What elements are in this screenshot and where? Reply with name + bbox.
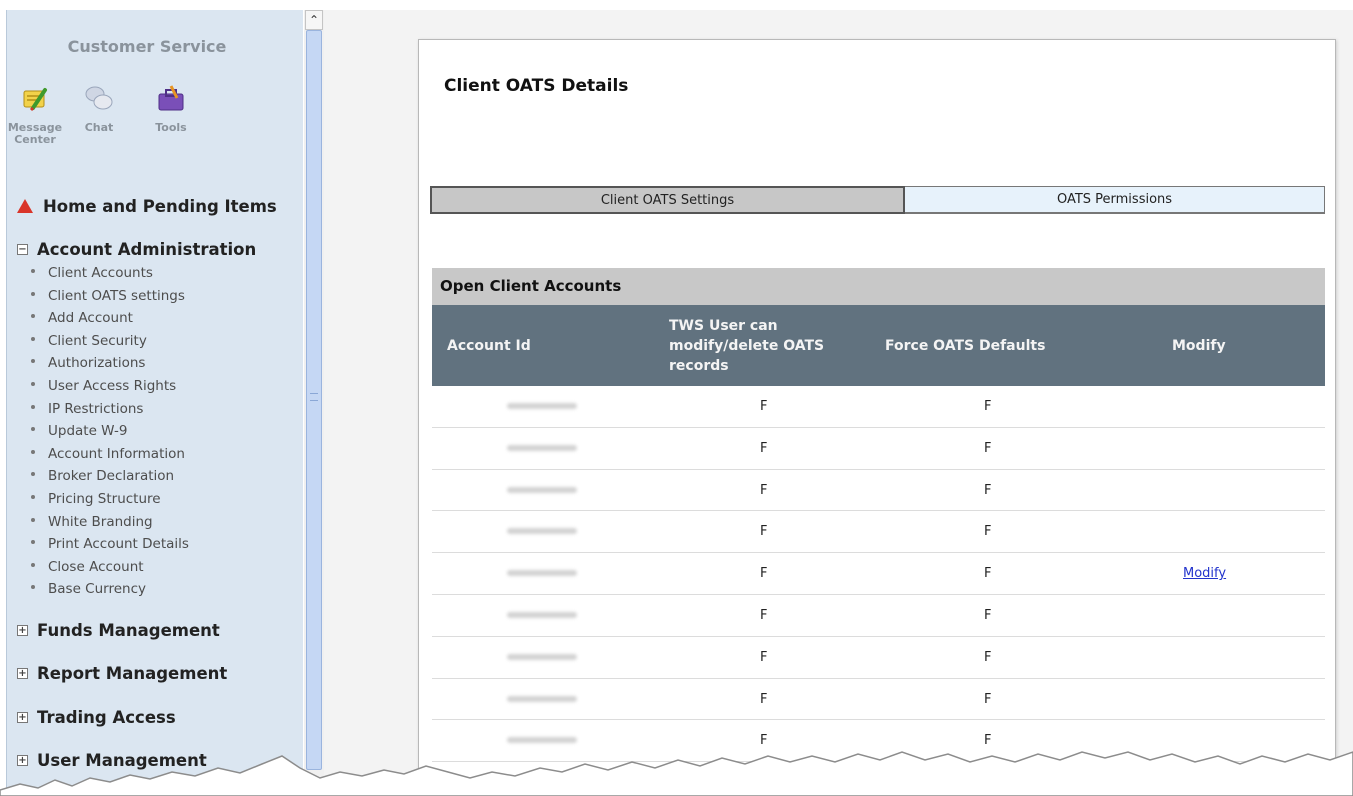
cell-force-defaults: F [984, 399, 992, 414]
cell-force-defaults: F [984, 524, 992, 540]
sidebar-item-pricing-structure[interactable]: Pricing Structure [31, 488, 189, 511]
cell-force-defaults: F [984, 440, 992, 456]
nav-report-management-label: Report Management [37, 664, 228, 683]
redacted-account-id [507, 444, 577, 451]
warning-icon [17, 198, 33, 213]
sidebar-item-base-currency[interactable]: Base Currency [31, 578, 189, 601]
table-row: F F [432, 637, 1325, 679]
column-header-account-id: Account Id [447, 337, 531, 354]
cell-tws-modify: F [760, 566, 768, 582]
cell-tws-modify: F [760, 440, 768, 456]
table-row: F F Modify [432, 553, 1325, 595]
tools-button[interactable]: Tools [141, 82, 201, 134]
tab-client-oats-settings[interactable]: Client OATS Settings [430, 186, 905, 214]
table-row: F F [432, 511, 1325, 554]
nav-home-pending-label: Home and Pending Items [43, 197, 277, 216]
table-header: Account Id TWS User can modify/delete OA… [432, 305, 1325, 386]
sidebar-item-print-account-details[interactable]: Print Account Details [31, 533, 189, 556]
scroll-up-icon[interactable]: ⌃ [305, 10, 323, 30]
nav-account-administration[interactable]: − Account Administration [17, 240, 256, 259]
page-title: Client OATS Details [444, 76, 629, 96]
redacted-account-id [507, 570, 577, 577]
column-header-modify: Modify [1172, 337, 1226, 354]
table-row: F F [432, 386, 1325, 428]
sidebar-item-account-information[interactable]: Account Information [31, 443, 189, 466]
column-header-tws-modify: TWS User can modify/delete OATS records [669, 317, 825, 374]
cell-force-defaults: F [984, 607, 992, 623]
column-header-force-defaults: Force OATS Defaults [885, 337, 1046, 354]
message-center-icon [23, 88, 47, 112]
chat-icon [85, 86, 113, 110]
tools-label: Tools [155, 121, 187, 134]
sidebar-item-broker-declaration[interactable]: Broker Declaration [31, 465, 189, 488]
sidebar-item-authorizations[interactable]: Authorizations [31, 352, 189, 375]
redacted-account-id [507, 403, 577, 409]
cell-tws-modify: F [760, 482, 768, 498]
cell-tws-modify: F [760, 607, 768, 623]
tools-icon [158, 85, 184, 111]
sidebar-item-ip-restrictions[interactable]: IP Restrictions [31, 398, 189, 421]
chat-button[interactable]: Chat [69, 82, 129, 134]
redacted-account-id [507, 528, 577, 535]
section-title: Open Client Accounts [432, 268, 1325, 305]
nav-funds-management[interactable]: + Funds Management [17, 621, 220, 640]
accounts-table-body: F F F F F F F F F F Modify F F F F F F F [432, 386, 1325, 763]
cell-tws-modify: F [760, 399, 768, 414]
sidebar-item-update-w9[interactable]: Update W-9 [31, 420, 189, 443]
cell-tws-modify: F [760, 524, 768, 540]
table-row: F F [432, 679, 1325, 721]
cell-force-defaults: F [984, 482, 992, 498]
nav-trading-access-label: Trading Access [37, 708, 176, 727]
account-administration-list: Client Accounts Client OATS settings Add… [31, 262, 189, 601]
modify-link[interactable]: Modify [1183, 553, 1226, 595]
nav-funds-management-label: Funds Management [37, 621, 220, 640]
cell-tws-modify: F [760, 649, 768, 665]
chat-label: Chat [84, 121, 114, 134]
expand-icon[interactable]: + [17, 668, 28, 679]
scrollbar-grip-icon [310, 393, 318, 401]
expand-icon[interactable]: + [17, 712, 28, 723]
message-center-label: Message Center [7, 121, 63, 146]
cell-tws-modify: F [760, 691, 768, 707]
sidebar-item-client-oats-settings[interactable]: Client OATS settings [31, 285, 189, 308]
nav-account-administration-label: Account Administration [37, 240, 257, 259]
sidebar-item-close-account[interactable]: Close Account [31, 556, 189, 579]
nav-report-management[interactable]: + Report Management [17, 664, 227, 683]
sidebar: Customer Service Message Center Chat Tool… [6, 10, 303, 796]
table-row: F F [432, 428, 1325, 470]
redacted-account-id [507, 695, 577, 702]
redacted-account-id [507, 486, 577, 493]
torn-edge [0, 751, 1353, 796]
sidebar-item-client-security[interactable]: Client Security [31, 330, 189, 353]
redacted-account-id [507, 611, 577, 618]
message-center-button[interactable]: Message Center [5, 82, 65, 146]
table-row: F F [432, 595, 1325, 637]
nav-home-pending[interactable]: Home and Pending Items [17, 197, 277, 216]
sidebar-item-user-access-rights[interactable]: User Access Rights [31, 375, 189, 398]
tab-oats-permissions[interactable]: OATS Permissions [905, 186, 1325, 214]
cell-force-defaults: F [984, 649, 992, 665]
table-row: F F [432, 470, 1325, 512]
cell-force-defaults: F [984, 566, 992, 582]
sidebar-title: Customer Service [67, 37, 227, 56]
redacted-account-id [507, 653, 577, 660]
cell-force-defaults: F [984, 691, 992, 707]
collapse-icon[interactable]: − [17, 244, 28, 255]
sidebar-item-client-accounts[interactable]: Client Accounts [31, 262, 189, 285]
sidebar-item-add-account[interactable]: Add Account [31, 307, 189, 330]
sidebar-item-white-branding[interactable]: White Branding [31, 511, 189, 534]
nav-trading-access[interactable]: + Trading Access [17, 708, 176, 727]
expand-icon[interactable]: + [17, 625, 28, 636]
